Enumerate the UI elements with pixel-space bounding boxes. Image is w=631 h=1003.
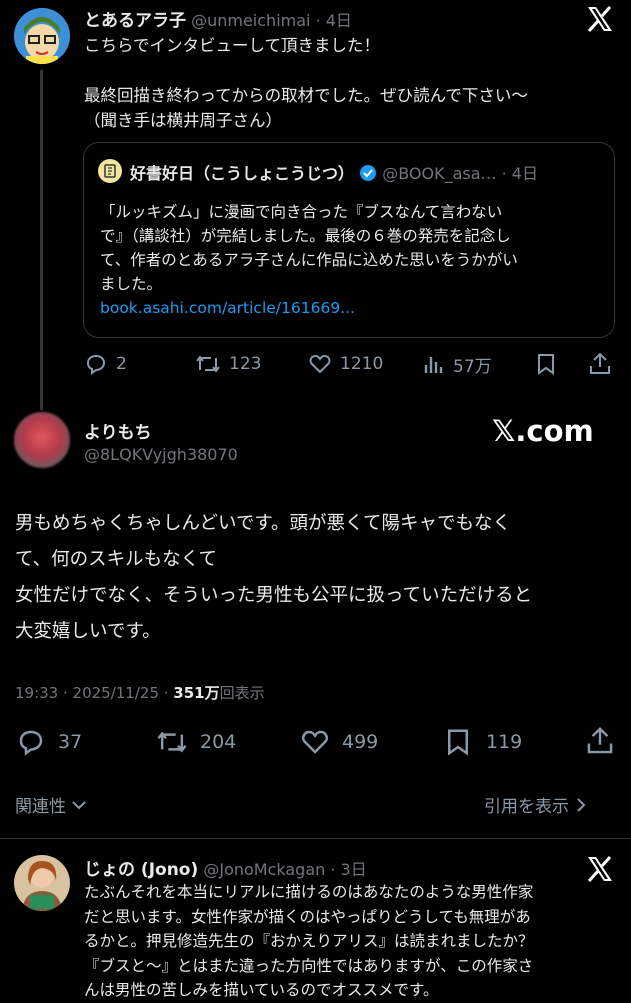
avatar[interactable] xyxy=(14,412,70,468)
author-name[interactable]: じょの (Jono) xyxy=(84,860,198,880)
share-icon xyxy=(587,726,613,754)
x-logo-icon[interactable] xyxy=(585,4,615,42)
like-count: 499 xyxy=(342,731,379,753)
timestamp[interactable]: 19:33 · 2025/11/25 · xyxy=(15,684,173,702)
bookmark-icon xyxy=(448,729,468,756)
view-label: 回表示 xyxy=(219,684,265,702)
timestamp[interactable]: · 4日 xyxy=(316,11,352,30)
quote-text-line: て、作者のとあるアラ子さんに作品に込めた思いをうかがい xyxy=(100,251,518,269)
tweet-text-line: 女性だけでなく、そういった男性も公平に扱っていただけると xyxy=(15,585,533,606)
divider xyxy=(0,838,631,839)
author-handle[interactable]: @JonoMckagan xyxy=(203,860,325,879)
tweet-text-line: 『ブスと〜』とはまた違った方向性ではありますが、この作家さ xyxy=(84,956,534,975)
tweet-text-line: 男もめちゃくちゃしんどいです。頭が悪くて陽キャでもなく xyxy=(15,513,511,534)
like-button[interactable]: 499 xyxy=(300,727,378,757)
like-button[interactable]: 1210 xyxy=(308,352,383,376)
reply-icon xyxy=(19,730,43,756)
watermark: 𝕏.com xyxy=(492,414,594,448)
repost-button[interactable]: 123 xyxy=(195,352,261,376)
tweet-text-line: 最終回描き終わってからの取材でした。ぜひ読んで下さい〜 xyxy=(84,86,528,105)
tweet-text-line: るかと。押見修造先生の『おかえりアリス』は読まれましたか？ xyxy=(84,932,534,950)
repost-count: 123 xyxy=(229,354,262,374)
bookmark-button[interactable]: 119 xyxy=(444,727,522,757)
analytics-icon xyxy=(424,356,443,373)
author-name[interactable]: とあるアラ子 xyxy=(84,11,186,31)
sort-relevance-dropdown[interactable]: 関連性 xyxy=(15,792,88,817)
view-count: 57万 xyxy=(453,357,492,377)
repost-button[interactable]: 204 xyxy=(156,727,236,757)
verified-badge-icon xyxy=(359,164,377,186)
quote-text-line: 「ルッキズム」に漫画で向き合った『ブスなんて言わない xyxy=(100,203,503,221)
view-quotes-label: 引用を表示 xyxy=(484,797,569,817)
tweet-text-line: 大変嬉しいです。 xyxy=(15,621,161,642)
repost-icon xyxy=(196,355,220,373)
sort-label: 関連性 xyxy=(15,797,66,817)
heart-icon xyxy=(302,730,328,754)
quote-text-line: ました。 xyxy=(100,275,163,293)
quote-author-name: 好書好日（こうしょこうじつ） xyxy=(130,164,355,183)
heart-icon xyxy=(309,354,331,374)
view-count: 351万 xyxy=(173,684,220,702)
timestamp[interactable]: · 3日 xyxy=(330,860,366,879)
tweet-text-line: だと思います。女性作家が描くのはやっぱりどうしても無理があ xyxy=(84,907,531,926)
chevron-right-icon xyxy=(577,797,586,812)
author-handle[interactable]: @unmeichimai xyxy=(191,11,310,30)
quote-text-line: で』（講談社）が完結しました。最後の６巻の発売を記念し xyxy=(100,227,511,245)
like-count: 1210 xyxy=(340,354,384,374)
share-button[interactable] xyxy=(585,725,615,761)
tweet-header: とあるアラ子 @unmeichimai · 4日 xyxy=(84,6,352,31)
reply-count: 37 xyxy=(58,731,83,753)
tweet-text-line: （聞き手は横井周子さん） xyxy=(84,111,282,130)
quote-avatar xyxy=(98,159,122,183)
quote-tweet-card[interactable]: 好書好日（こうしょこうじつ） @BOOK_asa… · 4日 「ルッキズム」に漫… xyxy=(83,142,615,338)
share-icon xyxy=(590,352,610,374)
article-link[interactable]: book.asahi.com/article/161669... xyxy=(100,296,518,320)
tweet-text-line: たぶんそれを本当にリアルに描けるのはあなたのような男性作家 xyxy=(84,883,534,901)
author-name[interactable]: よりもち xyxy=(84,418,238,443)
avatar[interactable] xyxy=(14,855,70,911)
view-quotes-link[interactable]: 引用を表示 xyxy=(484,792,589,817)
tweet-text-line: て、何のスキルもなくて xyxy=(15,549,218,570)
views-button[interactable]: 57万 xyxy=(423,352,492,377)
thread-line xyxy=(40,70,43,410)
tweet-text-line: んは男性の苦しみを描いているのでオススメです。 xyxy=(84,981,439,999)
author-handle[interactable]: @8LQKVyjgh38070 xyxy=(84,445,238,464)
tweet-text-line: こちらでインタビューして頂きました！ xyxy=(84,36,381,55)
repost-count: 204 xyxy=(200,731,237,753)
chevron-down-icon xyxy=(72,800,86,809)
bookmark-count: 119 xyxy=(486,731,523,753)
reply-button[interactable]: 2 xyxy=(84,352,127,376)
bookmark-button[interactable] xyxy=(535,352,557,380)
bookmark-icon xyxy=(538,354,554,375)
reply-button[interactable]: 37 xyxy=(16,727,82,757)
reply-icon xyxy=(86,354,106,375)
reply-count: 2 xyxy=(116,354,127,374)
quote-handle: @BOOK_asa… xyxy=(382,164,497,183)
x-logo-icon[interactable] xyxy=(585,854,615,888)
avatar[interactable] xyxy=(14,8,70,64)
share-button[interactable] xyxy=(588,351,612,381)
repost-icon xyxy=(157,731,187,753)
quote-timestamp: · 4日 xyxy=(501,164,538,183)
